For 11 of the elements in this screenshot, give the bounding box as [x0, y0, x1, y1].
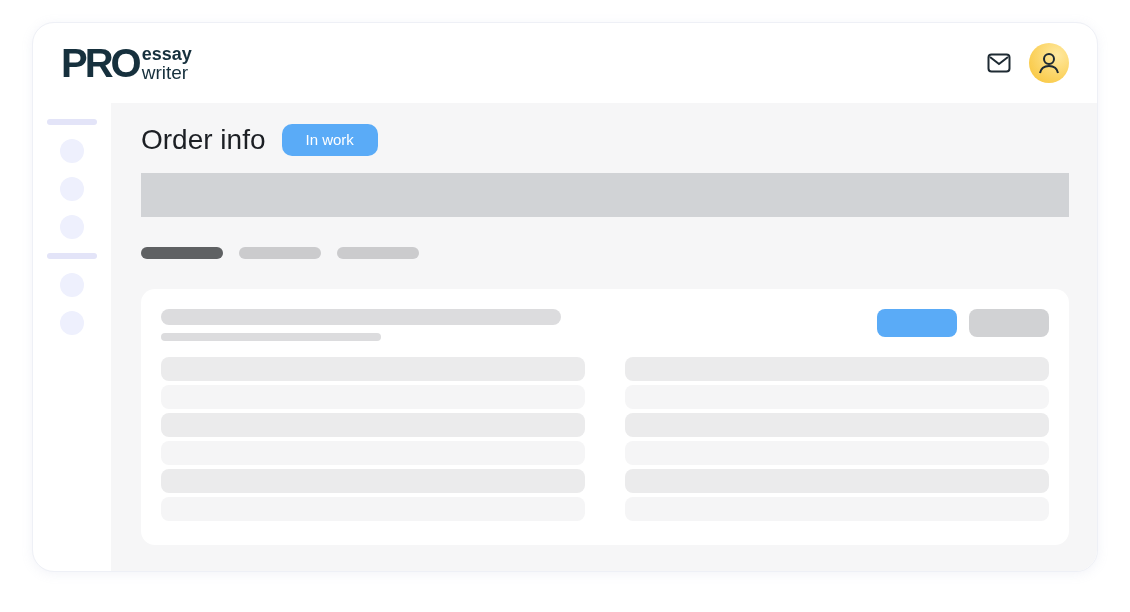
avatar[interactable]	[1029, 43, 1069, 83]
page-title: Order info	[141, 126, 266, 154]
sidebar-line	[47, 119, 97, 125]
status-badge: In work	[281, 124, 378, 156]
sidebar-line	[47, 253, 97, 259]
user-icon	[1038, 52, 1060, 74]
logo-mark: PRO	[61, 43, 139, 83]
tab[interactable]	[141, 247, 223, 259]
mail-icon[interactable]	[987, 53, 1011, 73]
logo-text: essay	[141, 44, 192, 63]
logo-text: writer	[141, 62, 189, 82]
